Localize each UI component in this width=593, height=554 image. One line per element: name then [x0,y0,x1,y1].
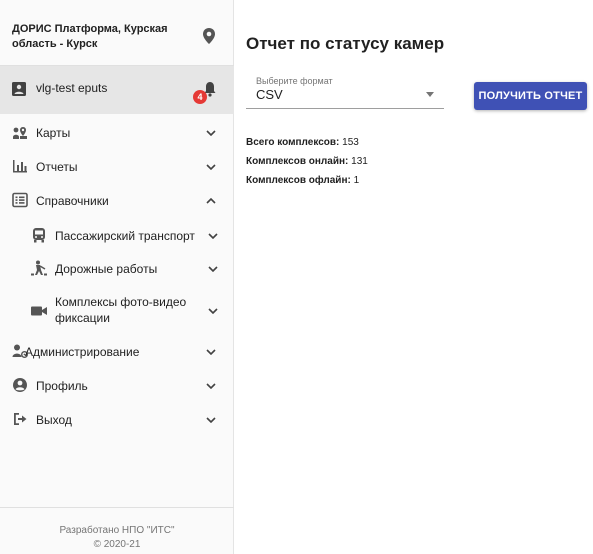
nav-label-maps: Карты [36,126,71,140]
chevron-down-icon [206,417,216,423]
nav-label-road-works: Дорожные работы [55,262,158,276]
stat-online: Комплексов онлайн: 131 [246,156,368,167]
account-box-icon [12,82,26,96]
video-camera-icon [31,306,47,316]
stat-total-label: Всего комплексов: [246,137,340,148]
chevron-down-icon [206,349,216,355]
notification-badge: 4 [193,90,207,104]
stat-total: Всего комплексов: 153 [246,137,359,148]
format-select[interactable]: Выберите формат CSV [246,76,444,109]
stat-online-value: 131 [351,156,368,167]
nav-label-photo-video-line2: фиксации [55,311,110,325]
account-circle-icon [13,378,27,392]
nav-item-reports[interactable]: Отчеты [0,150,234,184]
chevron-down-icon [208,233,218,239]
footer-copyright: © 2020-21 [93,539,141,550]
bar-chart-icon [13,160,27,173]
stat-total-value: 153 [342,137,359,148]
stat-offline: Комплексов офлайн: 1 [246,175,359,186]
bus-icon [33,228,45,243]
nav-label-administration: Администрирование [25,345,140,359]
nav-label-photo-video-line1: Комплексы фото-видео [55,295,187,309]
nav-label-logout: Выход [36,413,72,427]
nav-item-maps[interactable]: Карты [0,116,234,150]
nav-item-administration[interactable]: Администрирование [0,335,234,369]
format-select-label: Выберите формат [256,76,333,86]
sidebar: ДОРИС Платформа, Курская область - Курск… [0,0,234,554]
list-box-icon [12,192,28,208]
stat-offline-value: 1 [353,175,360,186]
nav-item-passenger-transport[interactable]: Пассажирский транспорт [0,219,234,253]
chevron-down-icon [208,308,218,314]
get-report-button[interactable]: ПОЛУЧИТЬ ОТЧЕТ [474,82,587,110]
nav-label-passenger-transport: Пассажирский транспорт [55,229,195,243]
user-name: vlg-test eputs [36,81,108,95]
sidebar-footer: Разработано НПО "ИТС" © 2020-21 [0,507,234,554]
nav-item-photo-video-complexes[interactable]: Комплексы фото-видео фиксации [0,289,234,333]
logout-icon [14,413,27,425]
nav-item-profile[interactable]: Профиль [0,369,234,403]
nav-label-reports: Отчеты [36,160,78,174]
chevron-up-icon [206,198,216,204]
chevron-down-icon [206,164,216,170]
nav-item-road-works[interactable]: Дорожные работы [0,252,234,286]
nav-label-profile: Профиль [36,379,88,393]
chevron-down-icon [206,383,216,389]
page-title: Отчет по статусу камер [246,34,445,53]
chevron-down-icon [208,266,218,272]
road-worker-icon [31,260,47,276]
nav-item-references[interactable]: Справочники [0,184,234,218]
format-select-value: CSV [256,87,283,102]
user-panel[interactable]: vlg-test eputs 4 [0,66,234,114]
chevron-down-icon [206,130,216,136]
format-select-underline [246,108,444,109]
location-pin-icon[interactable] [201,27,217,45]
nav-item-logout[interactable]: Выход [0,403,234,437]
footer-developer: Разработано НПО "ИТС" [59,525,175,536]
organization-name: ДОРИС Платформа, Курская область - Курск [12,23,168,50]
stat-offline-label: Комплексов офлайн: [246,175,351,186]
maps-icon [13,127,27,139]
nav-label-references: Справочники [36,194,109,208]
stat-online-label: Комплексов онлайн: [246,156,349,167]
organization-header: ДОРИС Платформа, Курская область - Курск [0,0,234,66]
dropdown-arrow-icon [426,92,434,97]
